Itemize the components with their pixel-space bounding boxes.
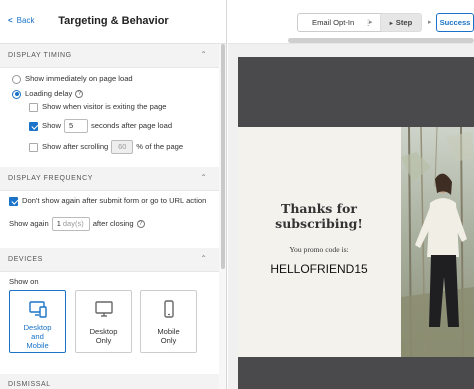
toolbar-scrollbar[interactable] bbox=[288, 38, 474, 43]
label-line: Only bbox=[160, 336, 177, 345]
help-icon[interactable]: ? bbox=[75, 90, 84, 98]
panel-header: < Back Targeting & Behavior bbox=[0, 0, 226, 44]
checkbox-label: Don't show again after submit form or go… bbox=[22, 196, 207, 205]
days-input[interactable]: 1 day(s) bbox=[51, 217, 90, 231]
checkbox-exiting[interactable]: Show when visitor is exiting the page bbox=[29, 102, 167, 112]
app-window: < Back Targeting & Behavior DISPLAY TIMIN… bbox=[0, 0, 474, 389]
section-devices[interactable]: DEVICES ⌃ bbox=[0, 248, 219, 272]
chevron-up-icon[interactable]: ⌃ bbox=[200, 173, 207, 182]
promo-label: You promo code is: bbox=[289, 245, 349, 254]
success-tab[interactable]: Success bbox=[436, 13, 474, 32]
section-display-frequency[interactable]: DISPLAY FREQUENCY ⌃ bbox=[0, 167, 219, 191]
step-button[interactable]: ▸ Step bbox=[380, 13, 422, 32]
device-option-desktop-only[interactable]: Desktop Only bbox=[75, 290, 132, 353]
show-again-label: Show again bbox=[9, 219, 49, 228]
section-dismissal[interactable]: DISMISSAL bbox=[0, 374, 219, 389]
popup-heading: Thanks for subscribing! bbox=[238, 201, 400, 231]
heading-line: subscribing! bbox=[275, 216, 363, 231]
radio-show-immediately[interactable]: Show immediately on page load bbox=[12, 74, 133, 84]
checkbox[interactable] bbox=[29, 121, 38, 131]
panel-scrollbar[interactable] bbox=[219, 44, 226, 389]
checkbox-show-delay[interactable]: Show 5 seconds after page load bbox=[29, 119, 172, 133]
label-line: Mobile bbox=[26, 341, 49, 350]
checkbox-label: Show when visitor is exiting the page bbox=[42, 102, 167, 111]
checkbox-dont-show-again[interactable]: Don't show again after submit form or go… bbox=[9, 196, 206, 206]
radio-loading-delay[interactable]: Loading delay? bbox=[12, 89, 84, 99]
show-on-label: Show on bbox=[9, 277, 39, 286]
step-toolbar: Email Opt-In ⋮ ▸ ▸ Step ▸ Success bbox=[228, 0, 474, 44]
checkbox[interactable] bbox=[29, 142, 38, 152]
seconds-suffix: seconds after page load bbox=[91, 121, 173, 130]
chevron-up-icon[interactable]: ⌃ bbox=[200, 50, 207, 59]
radio-button[interactable] bbox=[12, 89, 21, 99]
radio-label: Show immediately on page load bbox=[25, 74, 133, 83]
chevron-right-icon: ▸ bbox=[369, 19, 373, 26]
label-line: Desktop bbox=[89, 327, 118, 336]
show-again-row: Show again 1 day(s) after closing? bbox=[9, 217, 145, 231]
step-select-label: Email Opt-In bbox=[312, 18, 355, 27]
scroll-suffix: % of the page bbox=[136, 142, 184, 151]
label-line: Only bbox=[95, 336, 112, 345]
chevron-up-icon[interactable]: ⌃ bbox=[200, 254, 207, 263]
device-option-desktop-and-mobile[interactable]: Desktop and Mobile bbox=[9, 290, 66, 353]
device-option-mobile-only[interactable]: Mobile Only bbox=[140, 290, 197, 353]
checkbox[interactable] bbox=[29, 102, 38, 112]
desktop-icon bbox=[76, 300, 131, 325]
section-title: DISMISSAL bbox=[8, 381, 51, 388]
promo-code: HELLOFRIEND15 bbox=[270, 262, 368, 276]
chevron-right-icon: ▸ bbox=[428, 19, 432, 26]
checkbox[interactable] bbox=[9, 196, 18, 206]
days-unit: day(s) bbox=[62, 219, 84, 228]
radio-label: Loading delay bbox=[25, 89, 73, 98]
checkbox-label: Show bbox=[42, 121, 61, 130]
days-value: 1 bbox=[56, 219, 61, 228]
preview-canvas: Thanks for subscribing! You promo code is… bbox=[238, 57, 474, 389]
section-display-timing[interactable]: DISPLAY TIMING ⌃ bbox=[0, 44, 219, 68]
scroll-percent-input[interactable]: 60 bbox=[111, 140, 134, 154]
popup-photo bbox=[401, 127, 474, 357]
preview-area: Email Opt-In ⋮ ▸ ▸ Step ▸ Success Thanks … bbox=[228, 0, 474, 389]
popup-preview[interactable]: Thanks for subscribing! You promo code is… bbox=[238, 127, 474, 357]
checkbox-scroll[interactable]: Show after scrolling 60% of the page bbox=[29, 140, 183, 154]
device-option-label: Mobile Only bbox=[141, 327, 196, 345]
after-closing-label: after closing bbox=[92, 219, 134, 228]
help-icon[interactable]: ? bbox=[136, 220, 145, 228]
delay-seconds-input[interactable]: 5 bbox=[64, 119, 88, 133]
section-title: DISPLAY FREQUENCY bbox=[8, 175, 94, 182]
scrollbar-thumb[interactable] bbox=[221, 44, 225, 269]
checkbox-label: Show after scrolling bbox=[42, 142, 109, 151]
device-option-label: Desktop and Mobile bbox=[10, 323, 65, 350]
label-line: Desktop bbox=[23, 323, 52, 332]
settings-panel: < Back Targeting & Behavior DISPLAY TIMIN… bbox=[0, 0, 227, 389]
section-title: DEVICES bbox=[8, 256, 43, 263]
step-select[interactable]: Email Opt-In ⋮ bbox=[297, 13, 387, 32]
step-label: Step bbox=[395, 18, 413, 27]
mobile-icon bbox=[141, 300, 196, 325]
label-line: and bbox=[31, 332, 44, 341]
page-title: Targeting & Behavior bbox=[58, 15, 169, 27]
popup-text-area: Thanks for subscribing! You promo code is… bbox=[238, 127, 400, 357]
label-line: Mobile bbox=[157, 327, 180, 336]
heading-line: Thanks for bbox=[281, 201, 357, 216]
plus-icon: ▸ bbox=[389, 21, 393, 27]
section-title: DISPLAY TIMING bbox=[8, 52, 72, 59]
desktop-mobile-icon bbox=[10, 300, 65, 325]
radio-button[interactable] bbox=[12, 74, 21, 84]
device-option-label: Desktop Only bbox=[76, 327, 131, 345]
